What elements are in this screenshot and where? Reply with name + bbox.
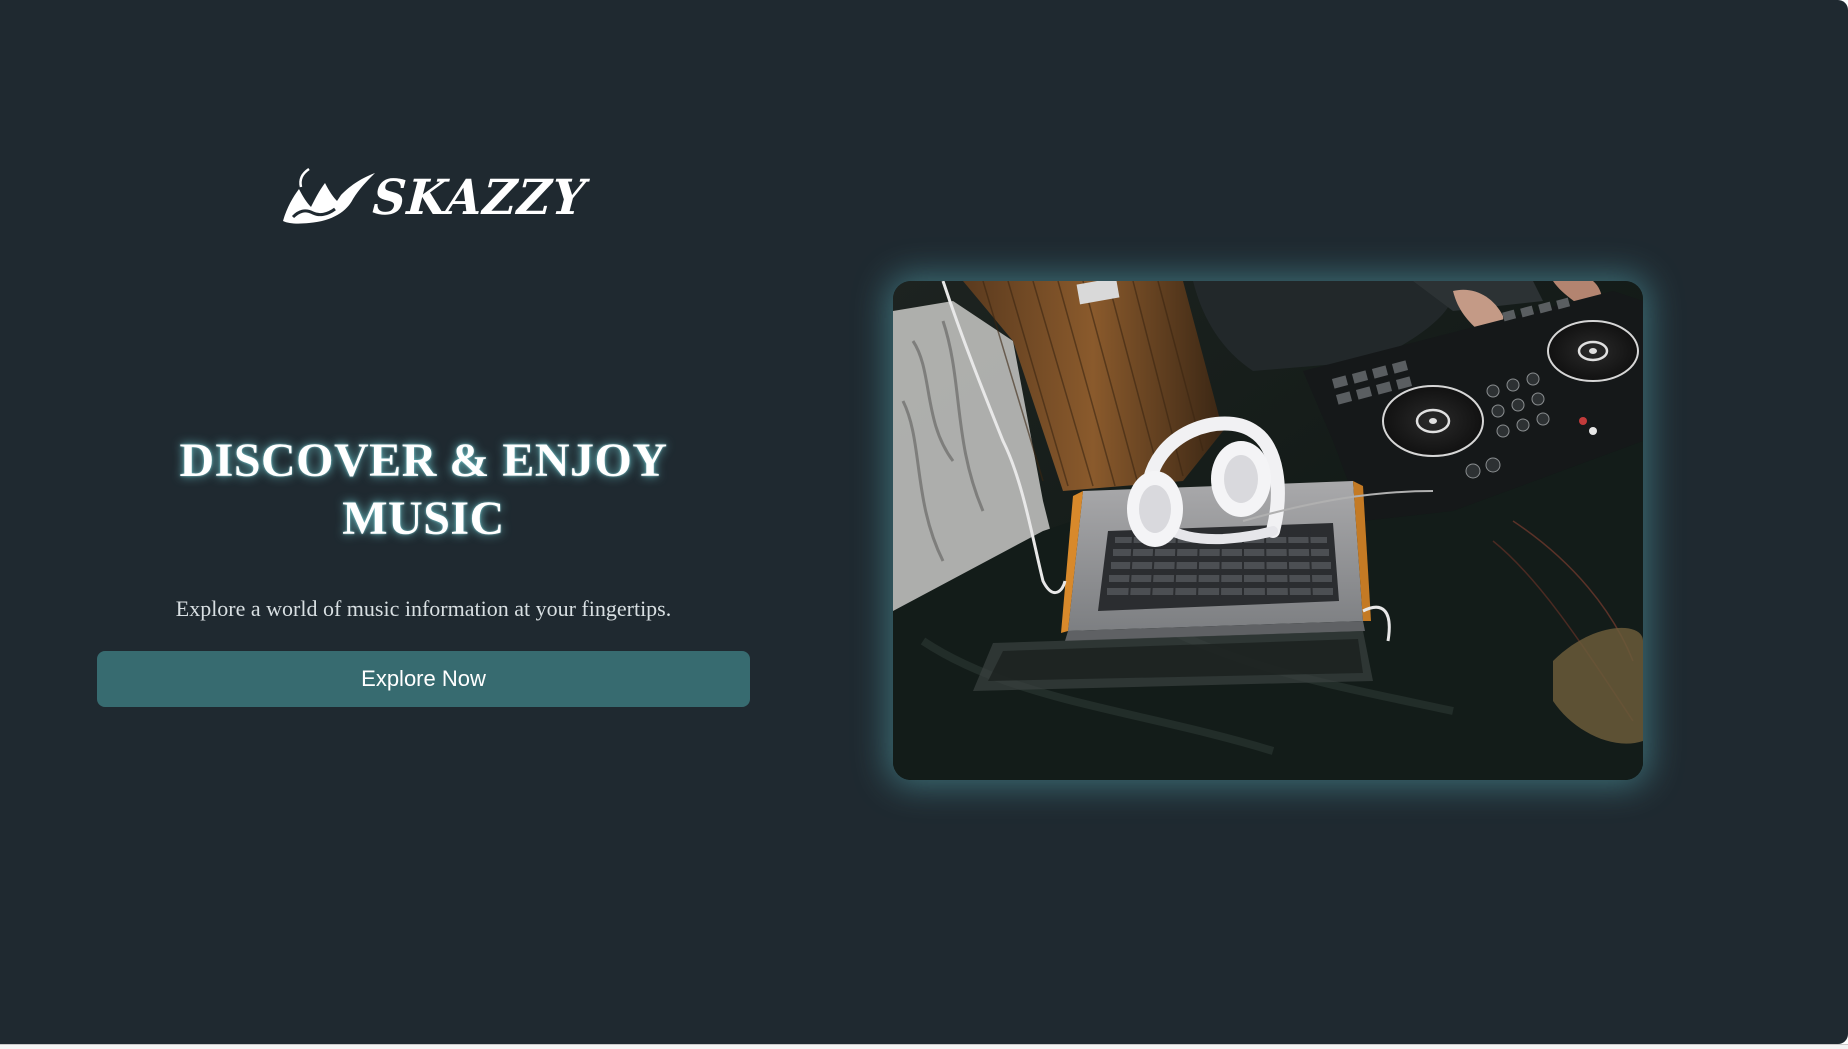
hero-headline: DISCOVER & ENJOY MUSIC: [97, 432, 750, 548]
brand-logo[interactable]: SKAZZY: [279, 166, 588, 228]
headline-line-2: MUSIC: [342, 492, 505, 545]
bottom-edge: [0, 1044, 1848, 1049]
landing-page: SKAZZY DISCOVER & ENJOY MUSIC Explore a …: [0, 0, 1848, 1044]
headline-line-1: DISCOVER & ENJOY: [179, 434, 668, 487]
dj-setup-illustration: [893, 281, 1643, 780]
mountain-brush-logo-icon: [283, 167, 375, 224]
hero-image: [893, 281, 1643, 780]
hero-subtitle: Explore a world of music information at …: [175, 596, 672, 621]
hero-text-column: SKAZZY DISCOVER & ENJOY MUSIC Explore a …: [97, 0, 750, 1044]
explore-now-button[interactable]: Explore Now: [97, 651, 750, 707]
brand-name: SKAZZY: [371, 168, 589, 226]
